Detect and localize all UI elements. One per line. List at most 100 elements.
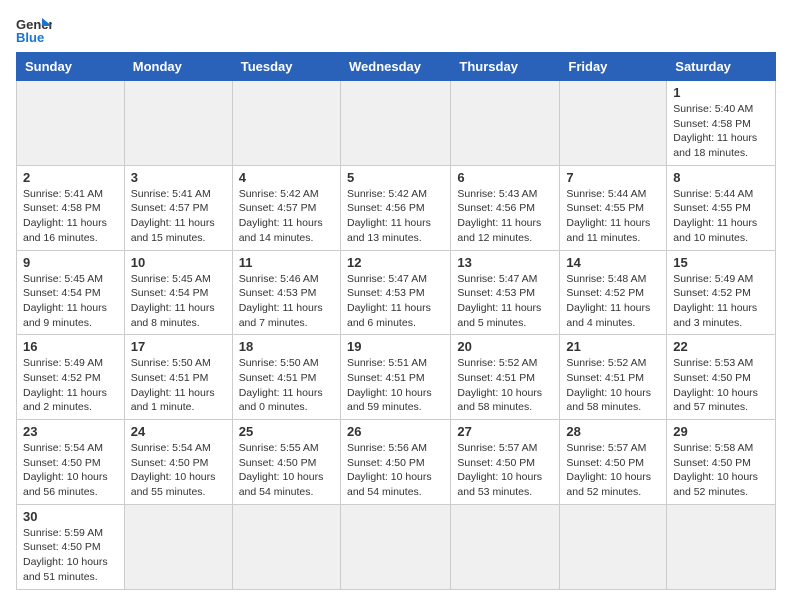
day-info: Sunrise: 5:40 AM Sunset: 4:58 PM Dayligh… bbox=[673, 102, 769, 161]
calendar-day-cell: 30 Sunrise: 5:59 AM Sunset: 4:50 PM Dayli… bbox=[17, 504, 125, 589]
day-number: 21 bbox=[566, 339, 660, 354]
day-number: 14 bbox=[566, 255, 660, 270]
calendar-day-cell: 23 Sunrise: 5:54 AM Sunset: 4:50 PM Dayli… bbox=[17, 420, 125, 505]
day-number: 30 bbox=[23, 509, 118, 524]
logo-icon: General Blue bbox=[16, 16, 52, 44]
calendar-day-cell: 12 Sunrise: 5:47 AM Sunset: 4:53 PM Dayli… bbox=[340, 250, 450, 335]
day-info: Sunrise: 5:58 AM Sunset: 4:50 PM Dayligh… bbox=[673, 441, 769, 500]
calendar-day-cell bbox=[232, 81, 340, 166]
day-info: Sunrise: 5:50 AM Sunset: 4:51 PM Dayligh… bbox=[239, 356, 334, 415]
calendar-week-row: 2Sunrise: 5:41 AM Sunset: 4:58 PM Daylig… bbox=[17, 165, 776, 250]
day-number: 8 bbox=[673, 170, 769, 185]
day-number: 5 bbox=[347, 170, 444, 185]
day-info: Sunrise: 5:55 AM Sunset: 4:50 PM Dayligh… bbox=[239, 441, 334, 500]
day-number: 15 bbox=[673, 255, 769, 270]
calendar-day-cell: 21Sunrise: 5:52 AM Sunset: 4:51 PM Dayli… bbox=[560, 335, 667, 420]
day-info: Sunrise: 5:46 AM Sunset: 4:53 PM Dayligh… bbox=[239, 272, 334, 331]
day-info: Sunrise: 5:57 AM Sunset: 4:50 PM Dayligh… bbox=[566, 441, 660, 500]
day-number: 20 bbox=[457, 339, 553, 354]
day-number: 16 bbox=[23, 339, 118, 354]
calendar-day-cell: 14 Sunrise: 5:48 AM Sunset: 4:52 PM Dayli… bbox=[560, 250, 667, 335]
calendar-day-cell: 5 Sunrise: 5:42 AM Sunset: 4:56 PM Daylig… bbox=[340, 165, 450, 250]
calendar-day-cell: 26 Sunrise: 5:56 AM Sunset: 4:50 PM Dayli… bbox=[340, 420, 450, 505]
calendar-week-row: 9 Sunrise: 5:45 AM Sunset: 4:54 PM Daylig… bbox=[17, 250, 776, 335]
day-info: Sunrise: 5:42 AM Sunset: 4:56 PM Dayligh… bbox=[347, 187, 444, 246]
day-number: 6 bbox=[457, 170, 553, 185]
calendar-day-header: Tuesday bbox=[232, 53, 340, 81]
svg-text:Blue: Blue bbox=[16, 30, 44, 44]
day-info: Sunrise: 5:59 AM Sunset: 4:50 PM Dayligh… bbox=[23, 526, 118, 585]
day-info: Sunrise: 5:43 AM Sunset: 4:56 PM Dayligh… bbox=[457, 187, 553, 246]
calendar-day-cell bbox=[667, 504, 776, 589]
day-number: 19 bbox=[347, 339, 444, 354]
day-number: 12 bbox=[347, 255, 444, 270]
day-info: Sunrise: 5:50 AM Sunset: 4:51 PM Dayligh… bbox=[131, 356, 226, 415]
calendar-day-header: Thursday bbox=[451, 53, 560, 81]
day-number: 9 bbox=[23, 255, 118, 270]
day-number: 26 bbox=[347, 424, 444, 439]
day-number: 23 bbox=[23, 424, 118, 439]
day-info: Sunrise: 5:54 AM Sunset: 4:50 PM Dayligh… bbox=[23, 441, 118, 500]
calendar-week-row: 30 Sunrise: 5:59 AM Sunset: 4:50 PM Dayli… bbox=[17, 504, 776, 589]
day-info: Sunrise: 5:48 AM Sunset: 4:52 PM Dayligh… bbox=[566, 272, 660, 331]
calendar-week-row: 16Sunrise: 5:49 AM Sunset: 4:52 PM Dayli… bbox=[17, 335, 776, 420]
calendar-day-cell bbox=[560, 504, 667, 589]
day-info: Sunrise: 5:44 AM Sunset: 4:55 PM Dayligh… bbox=[673, 187, 769, 246]
day-info: Sunrise: 5:47 AM Sunset: 4:53 PM Dayligh… bbox=[457, 272, 553, 331]
calendar-day-cell: 13 Sunrise: 5:47 AM Sunset: 4:53 PM Dayli… bbox=[451, 250, 560, 335]
day-number: 29 bbox=[673, 424, 769, 439]
calendar-day-cell bbox=[124, 504, 232, 589]
day-info: Sunrise: 5:47 AM Sunset: 4:53 PM Dayligh… bbox=[347, 272, 444, 331]
calendar-day-cell: 17 Sunrise: 5:50 AM Sunset: 4:51 PM Dayli… bbox=[124, 335, 232, 420]
page-header: General Blue bbox=[16, 16, 776, 44]
calendar-day-cell: 28 Sunrise: 5:57 AM Sunset: 4:50 PM Dayli… bbox=[560, 420, 667, 505]
calendar-day-cell: 27 Sunrise: 5:57 AM Sunset: 4:50 PM Dayli… bbox=[451, 420, 560, 505]
calendar-day-cell: 15 Sunrise: 5:49 AM Sunset: 4:52 PM Dayli… bbox=[667, 250, 776, 335]
day-number: 28 bbox=[566, 424, 660, 439]
day-info: Sunrise: 5:49 AM Sunset: 4:52 PM Dayligh… bbox=[673, 272, 769, 331]
calendar-day-cell: 19 Sunrise: 5:51 AM Sunset: 4:51 PM Dayli… bbox=[340, 335, 450, 420]
calendar-day-cell bbox=[560, 81, 667, 166]
day-info: Sunrise: 5:54 AM Sunset: 4:50 PM Dayligh… bbox=[131, 441, 226, 500]
calendar-week-row: 1Sunrise: 5:40 AM Sunset: 4:58 PM Daylig… bbox=[17, 81, 776, 166]
calendar-day-header: Wednesday bbox=[340, 53, 450, 81]
day-number: 24 bbox=[131, 424, 226, 439]
calendar-day-cell: 11Sunrise: 5:46 AM Sunset: 4:53 PM Dayli… bbox=[232, 250, 340, 335]
calendar-day-cell: 16Sunrise: 5:49 AM Sunset: 4:52 PM Dayli… bbox=[17, 335, 125, 420]
calendar-week-row: 23 Sunrise: 5:54 AM Sunset: 4:50 PM Dayli… bbox=[17, 420, 776, 505]
day-info: Sunrise: 5:53 AM Sunset: 4:50 PM Dayligh… bbox=[673, 356, 769, 415]
calendar-day-header: Sunday bbox=[17, 53, 125, 81]
day-info: Sunrise: 5:41 AM Sunset: 4:58 PM Dayligh… bbox=[23, 187, 118, 246]
calendar-day-cell bbox=[451, 504, 560, 589]
calendar-day-cell: 25 Sunrise: 5:55 AM Sunset: 4:50 PM Dayli… bbox=[232, 420, 340, 505]
calendar-day-cell: 4Sunrise: 5:42 AM Sunset: 4:57 PM Daylig… bbox=[232, 165, 340, 250]
day-info: Sunrise: 5:41 AM Sunset: 4:57 PM Dayligh… bbox=[131, 187, 226, 246]
day-number: 3 bbox=[131, 170, 226, 185]
day-number: 17 bbox=[131, 339, 226, 354]
day-number: 27 bbox=[457, 424, 553, 439]
day-info: Sunrise: 5:56 AM Sunset: 4:50 PM Dayligh… bbox=[347, 441, 444, 500]
day-info: Sunrise: 5:45 AM Sunset: 4:54 PM Dayligh… bbox=[131, 272, 226, 331]
day-number: 22 bbox=[673, 339, 769, 354]
calendar-day-cell: 7Sunrise: 5:44 AM Sunset: 4:55 PM Daylig… bbox=[560, 165, 667, 250]
day-info: Sunrise: 5:45 AM Sunset: 4:54 PM Dayligh… bbox=[23, 272, 118, 331]
calendar-day-header: Friday bbox=[560, 53, 667, 81]
day-number: 13 bbox=[457, 255, 553, 270]
calendar-day-cell: 10Sunrise: 5:45 AM Sunset: 4:54 PM Dayli… bbox=[124, 250, 232, 335]
day-info: Sunrise: 5:51 AM Sunset: 4:51 PM Dayligh… bbox=[347, 356, 444, 415]
day-info: Sunrise: 5:42 AM Sunset: 4:57 PM Dayligh… bbox=[239, 187, 334, 246]
calendar-day-cell: 6 Sunrise: 5:43 AM Sunset: 4:56 PM Daylig… bbox=[451, 165, 560, 250]
logo: General Blue bbox=[16, 16, 52, 44]
calendar-table: SundayMondayTuesdayWednesdayThursdayFrid… bbox=[16, 52, 776, 590]
calendar-day-cell bbox=[340, 504, 450, 589]
calendar-day-cell: 29 Sunrise: 5:58 AM Sunset: 4:50 PM Dayli… bbox=[667, 420, 776, 505]
day-info: Sunrise: 5:57 AM Sunset: 4:50 PM Dayligh… bbox=[457, 441, 553, 500]
day-number: 25 bbox=[239, 424, 334, 439]
calendar-day-cell: 8 Sunrise: 5:44 AM Sunset: 4:55 PM Daylig… bbox=[667, 165, 776, 250]
calendar-day-cell: 20Sunrise: 5:52 AM Sunset: 4:51 PM Dayli… bbox=[451, 335, 560, 420]
calendar-day-cell: 3 Sunrise: 5:41 AM Sunset: 4:57 PM Daylig… bbox=[124, 165, 232, 250]
calendar-day-cell: 1Sunrise: 5:40 AM Sunset: 4:58 PM Daylig… bbox=[667, 81, 776, 166]
calendar-day-header: Monday bbox=[124, 53, 232, 81]
calendar-day-cell bbox=[124, 81, 232, 166]
calendar-day-cell: 22 Sunrise: 5:53 AM Sunset: 4:50 PM Dayli… bbox=[667, 335, 776, 420]
